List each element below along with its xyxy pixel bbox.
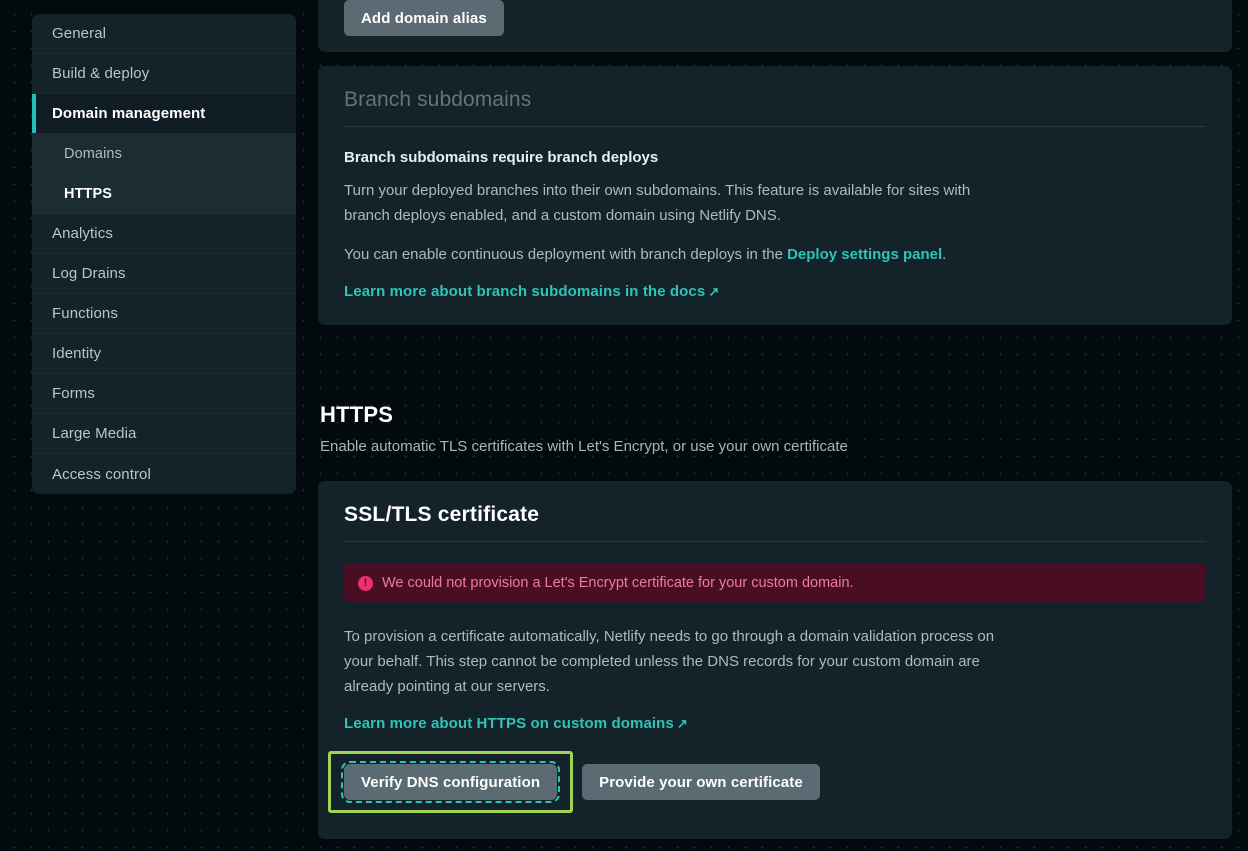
sidebar-item-label: Domains [64,145,122,162]
branch-subdomains-docs-link[interactable]: Learn more about branch subdomains in th… [344,283,719,300]
sidebar-item-large-media[interactable]: Large Media [32,414,296,454]
sidebar-item-forms[interactable]: Forms [32,374,296,414]
sidebar-item-general[interactable]: General [32,14,296,54]
add-domain-alias-button[interactable]: Add domain alias [344,0,504,36]
sidebar-item-label: Domain management [52,105,206,122]
settings-sidebar: General Build & deploy Domain management… [32,14,296,494]
docs-link-label: Learn more about branch subdomains in th… [344,283,706,300]
ssl-card-title: SSL/TLS certificate [344,503,540,526]
branch-subdomains-subtitle: Branch subdomains require branch deploys [344,149,659,166]
add-domain-alias-wrap: Add domain alias [344,0,504,36]
status-badge: ! We could not provision a Let's Encrypt… [344,564,1206,602]
alert-message: We could not provision a Let's Encrypt c… [382,575,854,591]
sidebar-item-log-drains[interactable]: Log Drains [32,254,296,294]
ssl-card-paragraph: To provision a certificate automatically… [344,628,995,695]
branch-subdomains-paragraph-1: Turn your deployed branches into their o… [344,182,971,224]
domains-card: Add domain alias [318,0,1232,52]
external-link-icon: ↗ [676,716,688,731]
divider [344,541,1206,542]
page-title: HTTPS [320,402,394,427]
divider [344,126,1206,127]
sidebar-item-identity[interactable]: Identity [32,334,296,374]
sidebar-item-label: Analytics [52,225,113,242]
alert-circle-icon: ! [358,575,373,591]
sidebar-item-access-control[interactable]: Access control [32,454,296,494]
sidebar-item-label: Identity [52,345,102,362]
sidebar-item-label: HTTPS [64,185,113,202]
https-custom-domains-docs-link[interactable]: Learn more about HTTPS on custom domains… [344,715,688,732]
page-subtitle: Enable automatic TLS certificates with L… [320,438,848,455]
app-root: General Build & deploy Domain management… [0,0,1248,851]
docs-link-label: Learn more about HTTPS on custom domains [344,715,674,732]
sidebar-item-domain-management[interactable]: Domain management [32,94,296,134]
sidebar-item-label: General [52,25,107,42]
external-link-icon: ↗ [708,284,720,299]
deploy-settings-panel-link[interactable]: Deploy settings panel [787,246,942,263]
sidebar-item-label: Large Media [52,425,137,442]
sidebar-item-label: Access control [52,465,151,483]
verify-dns-configuration-button[interactable]: Verify DNS configuration [340,761,561,803]
https-section-header: HTTPS Enable automatic TLS certificates … [320,402,1234,455]
branch-subdomains-card: Branch subdomains Branch subdomains requ… [318,66,1232,325]
sidebar-item-label: Forms [52,385,95,402]
ssl-tls-certificate-card: SSL/TLS certificate ! We could not provi… [318,481,1232,839]
sidebar-item-label: Functions [52,305,118,322]
branch-subdomains-paragraph-2: You can enable continuous deployment wit… [344,242,1004,267]
sidebar-item-label: Build & deploy [52,65,150,82]
sidebar-item-build-deploy[interactable]: Build & deploy [32,54,296,94]
provide-your-own-certificate-button[interactable]: Provide your own certificate [582,764,820,800]
focus-highlight-box: Verify DNS configuration [328,751,574,813]
paragraph-suffix: . [942,246,947,263]
paragraph-prefix: You can enable continuous deployment wit… [344,246,788,263]
sidebar-item-https[interactable]: HTTPS [32,174,296,214]
branch-subdomains-title: Branch subdomains [344,88,532,111]
sidebar-item-domains[interactable]: Domains [32,134,296,174]
ssl-actions-row: Verify DNS configuration Provide your ow… [328,751,1206,813]
sidebar-item-label: Log Drains [52,265,126,282]
sidebar-item-analytics[interactable]: Analytics [32,214,296,254]
sidebar-item-functions[interactable]: Functions [32,294,296,334]
